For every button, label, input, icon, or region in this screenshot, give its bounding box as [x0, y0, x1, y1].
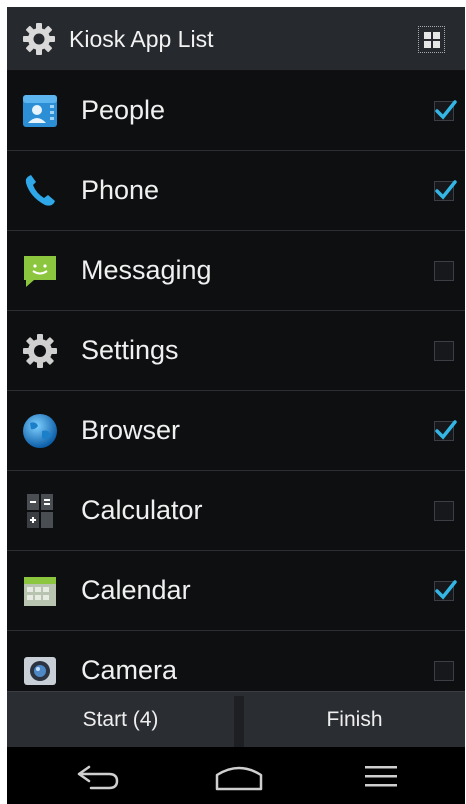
app-label: Settings [81, 335, 179, 365]
app-label: Calculator [81, 495, 203, 525]
gear-icon [23, 23, 55, 55]
recents-icon[interactable] [359, 761, 403, 793]
app-list: People Phone Messaging Settings Browser … [7, 71, 465, 711]
app-label: Phone [81, 175, 160, 205]
checkbox-phone[interactable] [434, 180, 457, 201]
list-item-messaging[interactable]: Messaging [7, 231, 465, 311]
start-button[interactable]: Start (4) [7, 692, 234, 748]
action-bar: Start (4) Finish [7, 691, 465, 748]
app-label: People [81, 95, 166, 125]
camera-icon [24, 657, 56, 685]
grid-menu-button[interactable] [418, 26, 445, 53]
home-icon[interactable] [211, 761, 267, 793]
app-label: Browser [81, 415, 181, 445]
list-item-calendar[interactable]: Calendar [7, 551, 465, 631]
people-icon [23, 95, 57, 127]
checkbox-people[interactable] [434, 100, 457, 121]
app-label: Camera [81, 655, 178, 685]
checkbox-browser[interactable] [434, 420, 457, 441]
checkbox-calculator[interactable] [434, 501, 454, 521]
kiosk-app-screen: Kiosk App List People Phone Messaging Se… [7, 7, 465, 804]
list-item-calculator[interactable]: Calculator [7, 471, 465, 551]
finish-button[interactable]: Finish [244, 692, 465, 748]
checkbox-camera[interactable] [434, 661, 454, 681]
checkbox-messaging[interactable] [434, 261, 454, 281]
checkmark-icon [435, 420, 457, 440]
page-title: Kiosk App List [69, 26, 214, 52]
title-bar: Kiosk App List [7, 7, 465, 71]
calculator-icon [27, 494, 53, 528]
settings-icon [23, 334, 57, 368]
checkbox-calendar[interactable] [434, 580, 457, 601]
app-label: Calendar [81, 575, 191, 605]
checkmark-icon [435, 100, 457, 120]
back-icon[interactable] [71, 761, 127, 793]
list-item-phone[interactable]: Phone [7, 151, 465, 231]
browser-icon [23, 414, 57, 448]
calendar-icon [24, 577, 56, 606]
action-divider [234, 696, 244, 748]
phone-icon [25, 175, 55, 206]
app-label: Messaging [81, 255, 212, 285]
grid-icon [424, 32, 431, 39]
checkmark-icon [435, 180, 457, 200]
list-item-people[interactable]: People [7, 71, 465, 151]
system-nav-bar [7, 747, 465, 804]
checkbox-settings[interactable] [434, 341, 454, 361]
messaging-icon [24, 256, 56, 287]
checkmark-icon [435, 580, 457, 600]
list-item-browser[interactable]: Browser [7, 391, 465, 471]
list-item-settings[interactable]: Settings [7, 311, 465, 391]
